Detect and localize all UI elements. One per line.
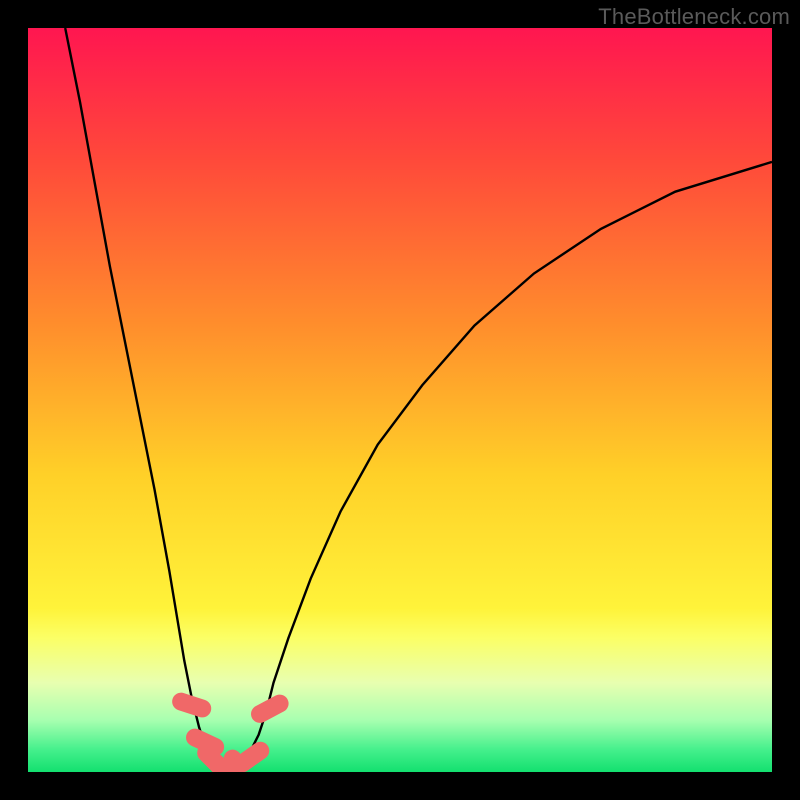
bottleneck-chart: [28, 28, 772, 772]
chart-frame: TheBottleneck.com: [0, 0, 800, 800]
watermark-text: TheBottleneck.com: [598, 4, 790, 30]
chart-plot-area: [28, 28, 772, 772]
gradient-background: [28, 28, 772, 772]
